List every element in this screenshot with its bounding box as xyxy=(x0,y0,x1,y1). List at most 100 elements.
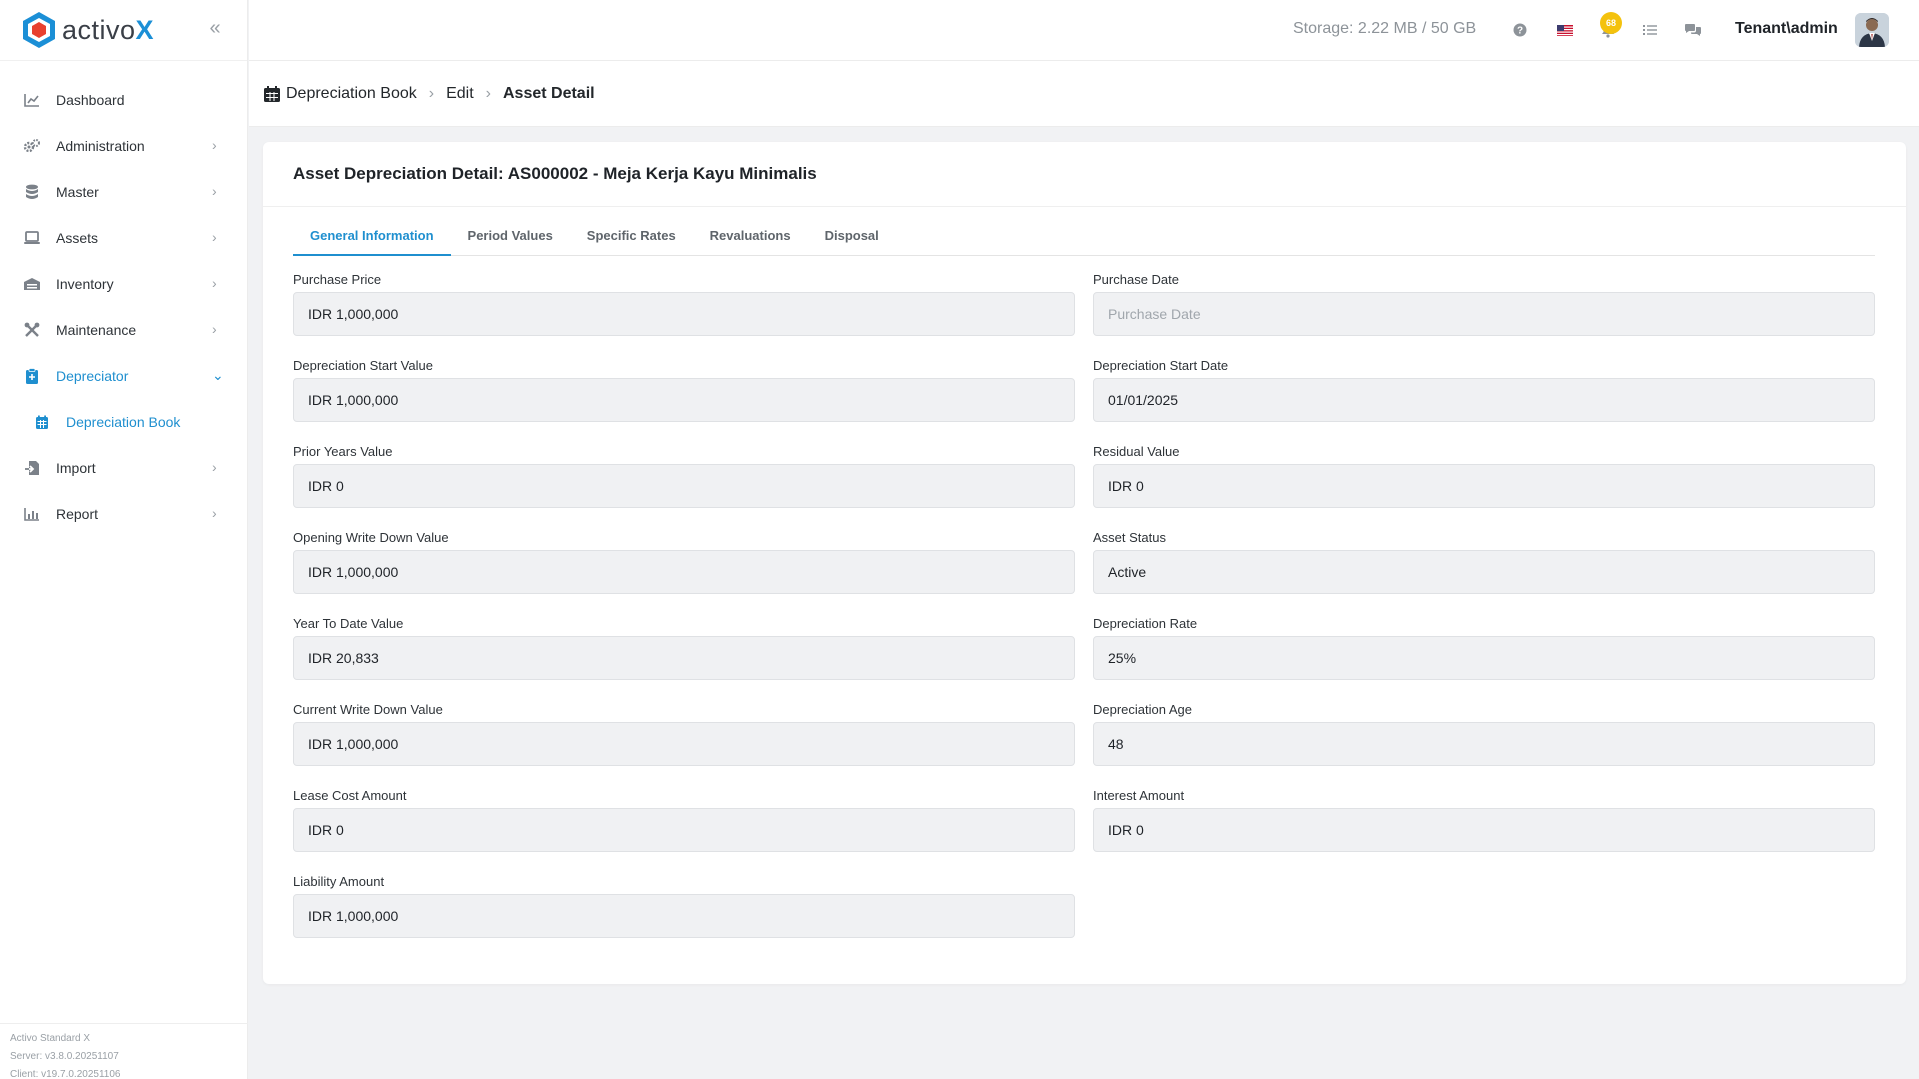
purchase-date-field[interactable] xyxy=(1093,292,1875,336)
liability-amount-field[interactable] xyxy=(293,894,1075,938)
depreciation-start-date-field[interactable] xyxy=(1093,378,1875,422)
chevron-right-icon: › xyxy=(212,137,217,153)
residual-value-field[interactable] xyxy=(1093,464,1875,508)
version-info: Activo Standard X Server: v3.8.0.2025110… xyxy=(0,1023,248,1079)
depreciation-start-value-group: Depreciation Start Value xyxy=(293,358,1075,422)
field-label: Lease Cost Amount xyxy=(293,788,407,803)
field-label: Depreciation Age xyxy=(1093,702,1193,717)
server-version: Server: v3.8.0.20251107 xyxy=(10,1051,119,1062)
sidebar-item-dashboard[interactable]: Dashboard xyxy=(0,77,247,123)
tab-specific-rates[interactable]: Specific Rates xyxy=(570,226,693,256)
field-label: Prior Years Value xyxy=(293,444,393,459)
field-label: Liability Amount xyxy=(293,874,385,889)
sidebar-item-administration[interactable]: Administration › xyxy=(0,123,247,169)
lease-cost-amount-field[interactable] xyxy=(293,808,1075,852)
depreciation-rate-field[interactable] xyxy=(1093,636,1875,680)
breadcrumb-edit[interactable]: Edit xyxy=(446,85,474,103)
prior-years-value-group: Prior Years Value xyxy=(293,444,1075,508)
sidebar-item-label: Maintenance xyxy=(56,322,137,338)
prior-years-value-field[interactable] xyxy=(293,464,1075,508)
year-to-date-value-group: Year To Date Value xyxy=(293,616,1075,680)
us-flag-icon[interactable] xyxy=(1555,20,1575,40)
svg-text:?: ? xyxy=(1517,26,1523,37)
task-list-icon[interactable] xyxy=(1640,20,1660,40)
asset-status-group: Asset Status xyxy=(1093,530,1875,594)
chart-line-icon xyxy=(22,90,42,110)
chevron-right-icon: › xyxy=(212,183,217,199)
depreciation-start-date-group: Depreciation Start Date xyxy=(1093,358,1875,422)
sidebar-item-inventory[interactable]: Inventory › xyxy=(0,261,247,307)
clipboard-icon xyxy=(22,366,42,386)
sidebar-item-label: Assets xyxy=(56,230,99,246)
asset-detail-card: Asset Depreciation Detail: AS000002 - Me… xyxy=(263,142,1906,984)
interest-amount-field[interactable] xyxy=(1093,808,1875,852)
storage-usage: Storage: 2.22 MB / 50 GB xyxy=(1293,20,1477,37)
sidebar-item-label: Master xyxy=(56,184,99,200)
page-title: Asset Depreciation Detail: AS000002 - Me… xyxy=(293,164,817,183)
sidebar-item-label: Administration xyxy=(56,138,145,154)
field-label: Residual Value xyxy=(1093,444,1180,459)
sidebar-item-report[interactable]: Report › xyxy=(0,491,247,537)
depreciation-rate-group: Depreciation Rate xyxy=(1093,616,1875,680)
tab-disposal[interactable]: Disposal xyxy=(808,226,896,256)
sidebar-item-label: Depreciator xyxy=(56,368,129,384)
depreciation-age-field[interactable] xyxy=(1093,722,1875,766)
calendar-icon xyxy=(264,85,280,102)
sidebar-item-maintenance[interactable]: Maintenance › xyxy=(0,307,247,353)
liability-amount-group: Liability Amount xyxy=(293,874,1075,938)
purchase-date-group: Purchase Date xyxy=(1093,272,1875,336)
chevron-down-icon: ⌄ xyxy=(212,367,224,383)
lease-cost-amount-group: Lease Cost Amount xyxy=(293,788,1075,852)
asset-status-field[interactable] xyxy=(1093,550,1875,594)
laptop-icon xyxy=(22,228,42,248)
breadcrumb-depreciation-book[interactable]: Depreciation Book xyxy=(263,85,417,103)
sidebar-item-label: Dashboard xyxy=(56,92,125,108)
sidebar-item-label: Depreciation Book xyxy=(66,414,181,430)
field-label: Interest Amount xyxy=(1093,788,1185,803)
current-write-down-value-group: Current Write Down Value xyxy=(293,702,1075,766)
database-icon xyxy=(22,182,42,202)
tab-revaluations[interactable]: Revaluations xyxy=(693,226,808,256)
opening-write-down-value-field[interactable] xyxy=(293,550,1075,594)
depreciation-start-value-field[interactable] xyxy=(293,378,1075,422)
activo-logo-icon xyxy=(23,12,55,48)
chevron-right-icon: › xyxy=(428,84,435,102)
tab-general-information[interactable]: General Information xyxy=(293,226,451,256)
tab-bar: General Information Period Values Specif… xyxy=(293,226,1875,256)
breadcrumb-label: Depreciation Book xyxy=(286,84,417,102)
sidebar-item-import[interactable]: Import › xyxy=(0,445,247,491)
purchase-price-group: Purchase Price xyxy=(293,272,1075,336)
avatar[interactable] xyxy=(1855,13,1889,47)
tools-icon xyxy=(22,320,42,340)
chevron-right-icon: › xyxy=(212,459,217,475)
chevron-right-icon: › xyxy=(212,229,217,245)
user-name[interactable]: Tenant\admin xyxy=(1735,20,1838,38)
tab-period-values[interactable]: Period Values xyxy=(451,226,570,256)
product-name: Activo Standard X xyxy=(10,1033,91,1044)
field-label: Purchase Date xyxy=(1093,272,1179,287)
notification-badge: 68 xyxy=(1600,12,1622,34)
sidebar-item-depreciator[interactable]: Depreciator ⌄ xyxy=(0,353,247,399)
sidebar-item-label: Report xyxy=(56,506,99,522)
calendar-icon xyxy=(32,412,52,432)
sidebar-item-depreciation-book[interactable]: Depreciation Book xyxy=(0,399,247,445)
breadcrumb: Depreciation Book › Edit › Asset Detail xyxy=(249,61,1919,127)
collapse-sidebar-icon[interactable]: « xyxy=(204,17,226,39)
year-to-date-value-field[interactable] xyxy=(293,636,1075,680)
bar-chart-icon xyxy=(22,504,42,524)
field-label: Depreciation Rate xyxy=(1093,616,1198,631)
topbar: Storage: 2.22 MB / 50 GB ? 68 Tenant\adm… xyxy=(249,0,1919,61)
chevron-right-icon: › xyxy=(485,84,491,102)
current-write-down-value-field[interactable] xyxy=(293,722,1075,766)
purchase-price-field[interactable] xyxy=(293,292,1075,336)
interest-amount-group: Interest Amount xyxy=(1093,788,1875,852)
field-label: Depreciation Start Date xyxy=(1093,358,1229,373)
residual-value-group: Residual Value xyxy=(1093,444,1875,508)
sidebar-item-assets[interactable]: Assets › xyxy=(0,215,247,261)
help-icon[interactable]: ? xyxy=(1510,20,1530,40)
sidebar-item-master[interactable]: Master › xyxy=(0,169,247,215)
chat-icon[interactable] xyxy=(1683,20,1703,40)
field-label: Depreciation Start Value xyxy=(293,358,433,373)
sidebar-item-label: Inventory xyxy=(56,276,114,292)
breadcrumb-current: Asset Detail xyxy=(502,84,595,102)
